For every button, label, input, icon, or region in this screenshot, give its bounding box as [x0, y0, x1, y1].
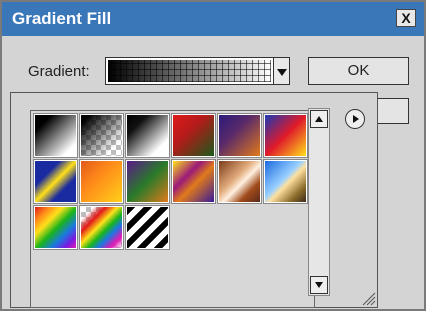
dialog-title: Gradient Fill	[12, 9, 112, 28]
scroll-down-button[interactable]	[310, 276, 328, 294]
gradient-swatch-black-transparent[interactable]	[79, 113, 124, 158]
gradient-swatch-black-white-soft[interactable]	[125, 113, 170, 158]
triangle-up-icon	[315, 116, 323, 122]
gradient-swatch-transparent-stripes[interactable]	[125, 205, 170, 250]
triangle-down-icon	[315, 282, 323, 288]
gradient-swatch-black-white[interactable]	[33, 113, 78, 158]
gradient-swatch-panel	[30, 110, 315, 308]
gradient-swatch-spectrum[interactable]	[33, 205, 78, 250]
gradient-swatch-blue-yellow-blue[interactable]	[33, 159, 78, 204]
close-button[interactable]: X	[396, 9, 416, 27]
gradient-preview[interactable]	[105, 57, 274, 85]
resize-grip-icon[interactable]	[362, 292, 376, 306]
title-bar[interactable]: Gradient Fill X	[2, 2, 424, 36]
gradient-swatch-blue-red-yellow[interactable]	[263, 113, 308, 158]
gradient-fill-dialog: Gradient Fill X Gradient: OK	[0, 0, 426, 311]
cancel-button[interactable]	[378, 98, 409, 124]
gradient-swatch-yellow-violet-orange[interactable]	[171, 159, 216, 204]
gradient-swatch-orange-yellow[interactable]	[79, 159, 124, 204]
ok-button[interactable]: OK	[308, 57, 409, 85]
close-icon: X	[401, 10, 411, 26]
chevron-down-icon	[277, 69, 287, 76]
gradient-swatch-chrome[interactable]	[263, 159, 308, 204]
picker-menu-button[interactable]	[345, 109, 365, 129]
gradient-swatch-violet-orange[interactable]	[217, 113, 262, 158]
gradient-label: Gradient:	[28, 63, 90, 80]
scroll-up-button[interactable]	[310, 110, 328, 128]
swatch-scrollbar[interactable]	[308, 108, 330, 296]
circle-play-icon	[353, 115, 359, 123]
gradient-swatch-violet-green-orange[interactable]	[125, 159, 170, 204]
gradient-swatch-red-green[interactable]	[171, 113, 216, 158]
gradient-swatch-transparent-rainbow[interactable]	[79, 205, 124, 250]
gradient-preview-fill	[108, 60, 271, 82]
gradient-dropdown-button[interactable]	[274, 57, 290, 85]
gradient-swatch-copper[interactable]	[217, 159, 262, 204]
